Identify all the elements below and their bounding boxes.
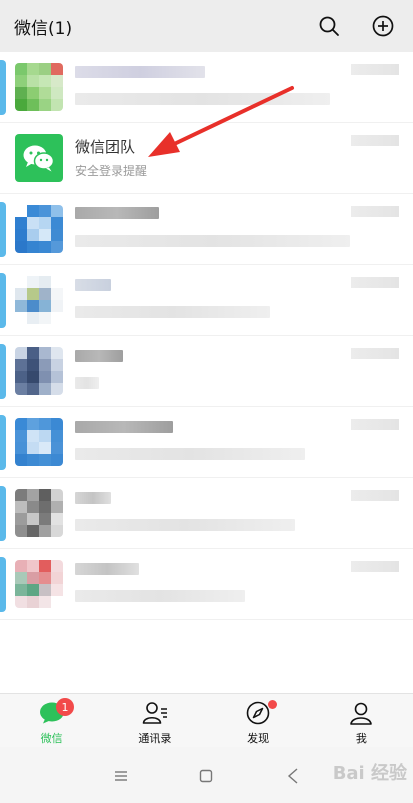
tab-me[interactable]: 我 [310, 694, 413, 747]
tab-label: 发现 [247, 732, 270, 745]
avatar [15, 347, 63, 395]
tab-label: 微信 [40, 732, 63, 745]
wechat-team-avatar [15, 134, 63, 182]
tab-discover[interactable]: 发现 [207, 694, 310, 747]
avatar [15, 63, 63, 111]
chat-list: 微信团队 安全登录提醒 [0, 52, 413, 620]
blurred-time [351, 348, 399, 359]
bottom-tab-bar: 1 微信 通讯录 发现 我 [0, 693, 413, 747]
chat-preview: 安全登录提醒 [75, 164, 148, 178]
blurred-preview [75, 235, 350, 247]
avatar [15, 276, 63, 324]
system-navigation-bar: Bai 经验 [0, 747, 413, 803]
blurred-name [75, 207, 159, 219]
me-icon [347, 700, 375, 726]
tab-chats[interactable]: 1 微信 [0, 694, 103, 747]
blurred-name [75, 66, 205, 78]
blurred-time [351, 206, 399, 217]
blurred-preview [75, 93, 330, 105]
search-icon[interactable] [317, 14, 341, 38]
blur-edge [0, 60, 6, 115]
blur-edge [0, 415, 6, 470]
tab-label: 我 [355, 732, 367, 745]
blurred-preview [75, 306, 270, 318]
unread-badge: 1 [56, 698, 74, 716]
chat-row[interactable] [0, 478, 413, 549]
new-dot-badge [267, 700, 277, 709]
tab-contacts[interactable]: 通讯录 [103, 694, 206, 747]
blur-edge [0, 202, 6, 257]
avatar [15, 489, 63, 537]
blur-edge [0, 486, 6, 541]
blurred-preview [75, 448, 305, 460]
blur-edge [0, 344, 6, 399]
baidu-watermark: Bai 经验 [332, 763, 407, 784]
blurred-name [75, 563, 139, 575]
blurred-preview [75, 519, 295, 531]
chat-row-wechat-team[interactable]: 微信团队 安全登录提醒 [0, 123, 413, 194]
blurred-time [351, 561, 399, 572]
blurred-name [75, 350, 123, 362]
home-icon[interactable] [195, 765, 217, 787]
add-icon[interactable] [371, 14, 395, 38]
blurred-name [75, 279, 111, 291]
blurred-time [351, 277, 399, 288]
chat-row[interactable] [0, 407, 413, 478]
blurred-preview [75, 590, 245, 602]
chat-row[interactable] [0, 52, 413, 123]
blurred-name [75, 421, 173, 433]
chat-row[interactable] [0, 336, 413, 407]
avatar [15, 560, 63, 608]
menu-icon[interactable] [110, 765, 132, 787]
chat-row[interactable] [0, 194, 413, 265]
back-icon[interactable] [282, 765, 304, 787]
chat-name: 微信团队 [75, 138, 136, 156]
page-title: 微信(1) [14, 18, 73, 39]
avatar [15, 205, 63, 253]
avatar [15, 418, 63, 466]
blur-edge [0, 557, 6, 612]
blurred-time [351, 419, 399, 430]
chat-row[interactable] [0, 265, 413, 336]
blurred-name [75, 492, 111, 504]
wechat-logo-icon [23, 145, 55, 172]
blurred-time [351, 490, 399, 501]
contacts-icon [141, 700, 169, 726]
blurred-preview [75, 377, 99, 389]
blur-edge [0, 273, 6, 328]
blurred-time [351, 135, 399, 146]
tab-label: 通讯录 [138, 732, 172, 745]
top-bar: 微信(1) [0, 0, 413, 52]
chat-row[interactable] [0, 549, 413, 620]
blurred-time [351, 64, 399, 75]
